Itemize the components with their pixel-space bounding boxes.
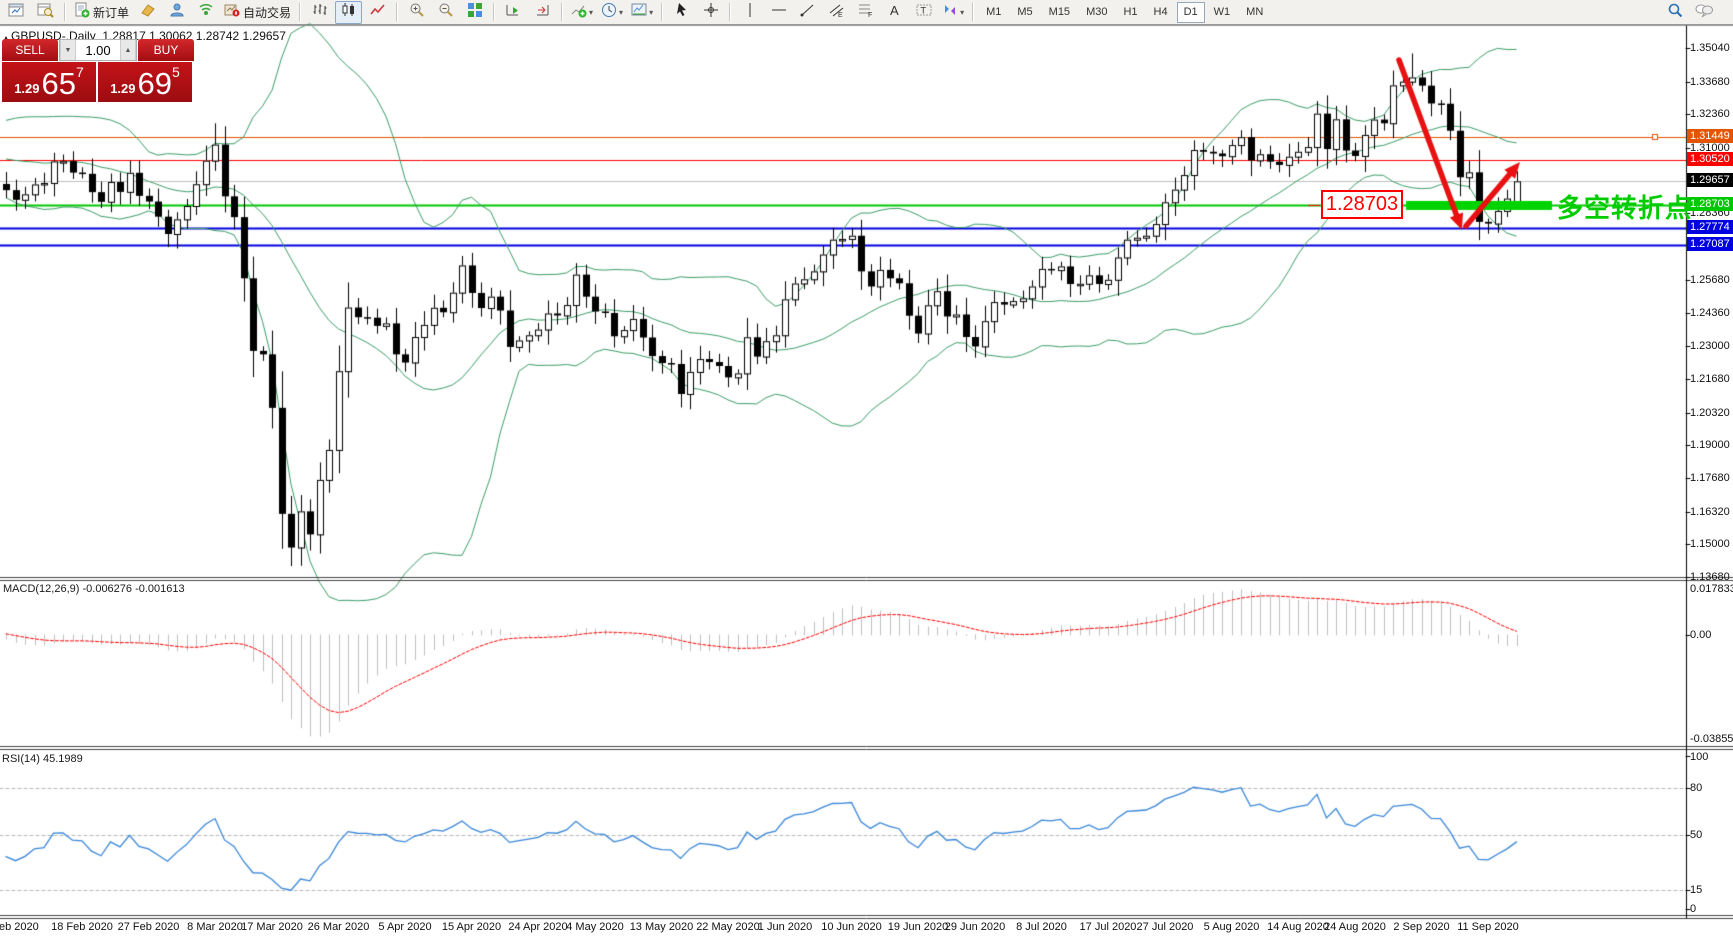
buy-price-box[interactable]: 1.29 69 5 bbox=[98, 62, 192, 102]
price-level-badge: 1.27774 bbox=[1687, 220, 1733, 234]
volume-stepper: ▼ ▲ bbox=[59, 39, 137, 61]
macd-tick-label: 0.00 bbox=[1690, 629, 1711, 641]
buy-price-prefix: 1.29 bbox=[110, 79, 135, 99]
price-level-badge: 1.29657 bbox=[1687, 173, 1733, 187]
sell-button[interactable]: SELL bbox=[2, 39, 58, 61]
price-tick-label: 1.16320 bbox=[1690, 506, 1730, 518]
sell-price-main: 65 bbox=[42, 69, 76, 99]
turning-point-annotation[interactable]: 多空转折点 bbox=[1557, 188, 1692, 225]
price-tick-label: 1.24360 bbox=[1690, 307, 1730, 319]
price-level-badge: 1.28703 bbox=[1687, 197, 1733, 211]
sell-price-box[interactable]: 1.29 65 7 bbox=[2, 62, 96, 102]
sell-price-sup: 7 bbox=[76, 57, 84, 87]
date-label: 11 Sep 2020 bbox=[1446, 921, 1530, 933]
price-chart-canvas[interactable] bbox=[0, 0, 1733, 941]
buy-price-main: 69 bbox=[138, 69, 172, 99]
price-tick-label: 1.20320 bbox=[1690, 407, 1730, 419]
price-tick-label: 1.35040 bbox=[1690, 42, 1730, 54]
price-tick-label: 1.21680 bbox=[1690, 373, 1730, 385]
buy-button[interactable]: BUY bbox=[138, 39, 194, 61]
price-level-badge: 1.30520 bbox=[1687, 152, 1733, 166]
rsi-indicator-label: RSI(14) 45.1989 bbox=[2, 753, 83, 765]
rsi-tick-label: 100 bbox=[1690, 751, 1708, 763]
trading-platform-window: 新订单自动交易▾▾▾EFAT▾M1M5M15M30H1H4D1W1MN ▴GBP… bbox=[0, 0, 1733, 941]
sell-price-prefix: 1.29 bbox=[14, 79, 39, 99]
one-click-trade-panel: SELL ▼ ▲ BUY 1.29 65 7 1.29 69 5 bbox=[2, 39, 194, 102]
price-tick-label: 1.19000 bbox=[1690, 439, 1730, 451]
price-tick-label: 1.33680 bbox=[1690, 76, 1730, 88]
price-tick-label: 1.32360 bbox=[1690, 108, 1730, 120]
price-tick-label: 1.23000 bbox=[1690, 340, 1730, 352]
price-tick-label: 1.25680 bbox=[1690, 274, 1730, 286]
rsi-tick-label: 15 bbox=[1690, 884, 1702, 896]
volume-up-icon[interactable]: ▲ bbox=[120, 40, 136, 60]
rsi-tick-label: 0 bbox=[1690, 903, 1696, 915]
macd-tick-label: -0.038559 bbox=[1690, 733, 1733, 745]
price-tick-label: 1.15000 bbox=[1690, 538, 1730, 550]
price-level-badge: 1.31449 bbox=[1687, 129, 1733, 143]
rsi-tick-label: 50 bbox=[1690, 829, 1702, 841]
macd-tick-label: 0.017833 bbox=[1690, 583, 1733, 595]
macd-indicator-label: MACD(12,26,9) -0.006276 -0.001613 bbox=[3, 583, 185, 595]
buy-price-sup: 5 bbox=[172, 57, 180, 87]
price-tick-label: 1.13680 bbox=[1690, 571, 1730, 583]
rsi-tick-label: 80 bbox=[1690, 782, 1702, 794]
price-level-badge: 1.27087 bbox=[1687, 237, 1733, 251]
price-tag-label[interactable]: 1.28703 bbox=[1321, 190, 1403, 219]
volume-down-icon[interactable]: ▼ bbox=[60, 40, 76, 60]
price-tick-label: 1.17680 bbox=[1690, 472, 1730, 484]
